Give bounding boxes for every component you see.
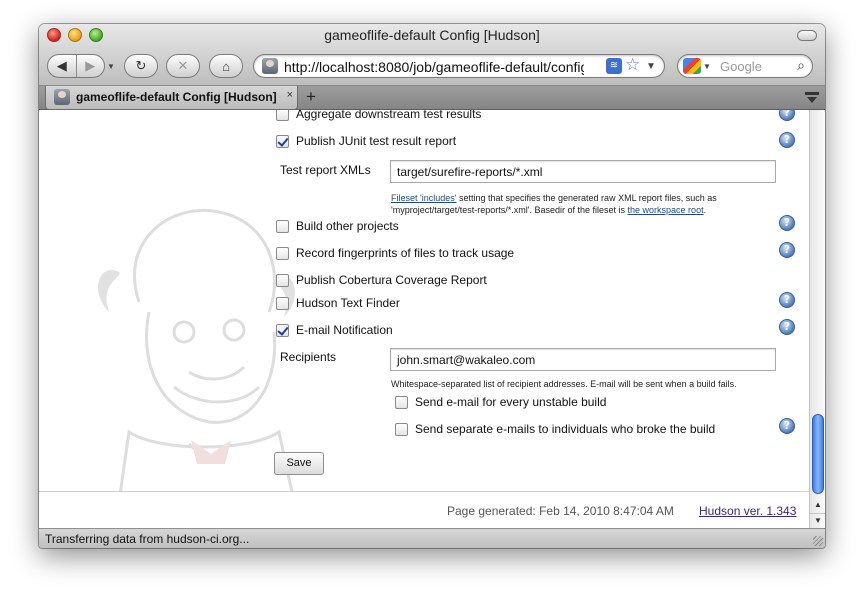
recipients-label: Recipients (280, 350, 337, 364)
tab-config[interactable]: gameoflife-default Config [Hudson] × (45, 86, 298, 110)
help-icon[interactable]: ? (779, 292, 795, 308)
individuals-checkbox[interactable] (395, 422, 408, 436)
junit-report-row[interactable]: Publish JUnit test result report (276, 132, 456, 150)
help-icon[interactable]: ? (779, 242, 795, 258)
magnifier-icon[interactable]: ⌕ (797, 57, 805, 74)
individuals-row[interactable]: Send separate e-mails to individuals who… (395, 420, 715, 438)
rss-feed-icon[interactable]: ≋ (606, 58, 622, 74)
page-generated-text: Page generated: Feb 14, 2010 8:47:04 AM (447, 504, 674, 518)
aggregate-results-row[interactable]: Aggregate downstream test results (276, 110, 481, 123)
build-other-row[interactable]: Build other projects (276, 217, 399, 235)
save-button[interactable]: Save (274, 452, 324, 475)
fingerprint-label: Record fingerprints of files to track us… (296, 246, 515, 260)
vertical-scrollbar[interactable]: ▲ ▼ (809, 110, 825, 528)
back-button[interactable]: ◀ (48, 58, 76, 74)
build-other-label: Build other projects (296, 219, 399, 233)
help-icon[interactable]: ? (779, 132, 795, 148)
reload-button[interactable]: ↻ (124, 54, 158, 78)
desc-text: setting that specifies the generated raw… (456, 193, 717, 203)
help-icon[interactable]: ? (779, 215, 795, 231)
forward-button[interactable]: ▶ (76, 58, 104, 74)
aggregate-results-checkbox[interactable] (276, 110, 289, 121)
home-button[interactable]: ⌂ (209, 54, 243, 78)
cobertura-label: Publish Cobertura Coverage Report (296, 273, 487, 287)
scroll-up-arrow-icon[interactable]: ▲ (810, 498, 825, 512)
title-bar: gameoflife-default Config [Hudson] ◀ ▶ ▼… (39, 24, 825, 86)
toolbar-toggle-button[interactable] (797, 30, 817, 41)
tab-label: gameoflife-default Config [Hudson] (76, 90, 277, 104)
individuals-label: Send separate e-mails to individuals who… (415, 422, 716, 436)
workspace-root-link[interactable]: the workspace root (628, 205, 704, 215)
search-input[interactable]: Google (720, 59, 762, 74)
browser-window: gameoflife-default Config [Hudson] ◀ ▶ ▼… (39, 24, 825, 548)
test-report-input[interactable]: target/surefire-reports/*.xml (390, 160, 776, 183)
junit-report-label: Publish JUnit test result report (296, 134, 457, 148)
scroll-down-arrow-icon[interactable]: ▼ (810, 513, 825, 527)
tab-list-menu-icon[interactable] (805, 92, 819, 104)
site-favicon-icon (262, 58, 278, 74)
search-box[interactable]: ▼ Google ⌕ (677, 54, 813, 78)
unstable-build-row[interactable]: Send e-mail for every unstable build (395, 393, 606, 411)
text-finder-checkbox[interactable] (276, 296, 289, 310)
status-bar: Transferring data from hudson-ci.org... (39, 528, 825, 548)
test-report-description: Fileset 'includes' setting that specifie… (391, 192, 717, 216)
close-tab-icon[interactable]: × (287, 89, 293, 101)
status-text: Transferring data from hudson-ci.org... (45, 532, 250, 546)
help-icon[interactable]: ? (779, 319, 795, 335)
fingerprint-checkbox[interactable] (276, 246, 289, 260)
hudson-version-link[interactable]: Hudson ver. 1.343 (699, 504, 796, 518)
unstable-build-checkbox[interactable] (395, 395, 408, 409)
aggregate-results-label: Aggregate downstream test results (296, 110, 482, 121)
test-report-label: Test report XMLs (280, 163, 371, 177)
build-other-checkbox[interactable] (276, 219, 289, 233)
text-finder-row[interactable]: Hudson Text Finder (276, 294, 400, 312)
fingerprint-row[interactable]: Record fingerprints of files to track us… (276, 244, 514, 262)
engine-dropdown-icon[interactable]: ▼ (703, 62, 711, 71)
email-notification-checkbox[interactable] (276, 323, 289, 337)
scrollbar-thumb[interactable] (812, 414, 824, 494)
email-notification-row[interactable]: E-mail Notification (276, 321, 393, 339)
history-dropdown-icon[interactable]: ▼ (107, 62, 115, 71)
cobertura-checkbox[interactable] (276, 273, 289, 287)
recipients-input[interactable]: john.smart@wakaleo.com (390, 348, 776, 371)
text-finder-label: Hudson Text Finder (296, 296, 400, 310)
stop-button[interactable]: ✕ (166, 54, 200, 78)
desc-text: . (703, 205, 707, 215)
page-content: Aggregate downstream test results ? Publ… (39, 110, 809, 528)
cobertura-row[interactable]: Publish Cobertura Coverage Report (276, 271, 487, 289)
email-notification-label: E-mail Notification (296, 323, 393, 337)
tab-bar: gameoflife-default Config [Hudson] × + (39, 86, 825, 110)
recipients-description: Whitespace-separated list of recipient a… (391, 379, 737, 389)
tab-favicon-icon (54, 89, 70, 105)
window-title: gameoflife-default Config [Hudson] (324, 27, 540, 43)
url-dropdown-icon[interactable]: ▼ (646, 61, 656, 72)
junit-report-checkbox[interactable] (276, 134, 289, 148)
desc-text: 'myproject/target/test-reports/*.xml'. B… (391, 205, 628, 215)
address-bar[interactable]: http://localhost:8080/job/gameoflife-def… (253, 54, 665, 78)
new-tab-button[interactable]: + (298, 86, 324, 110)
google-search-engine-icon[interactable] (683, 58, 701, 74)
help-icon[interactable]: ? (779, 418, 795, 434)
back-forward-group: ◀ ▶ (47, 54, 105, 78)
bookmark-star-icon[interactable]: ☆ (625, 55, 640, 75)
resize-grip-icon[interactable] (813, 536, 823, 546)
help-icon[interactable]: ? (779, 110, 795, 121)
page-footer: Page generated: Feb 14, 2010 8:47:04 AM … (39, 491, 809, 528)
fileset-includes-link[interactable]: Fileset 'includes' (391, 193, 456, 203)
unstable-build-label: Send e-mail for every unstable build (415, 395, 607, 409)
url-input[interactable]: http://localhost:8080/job/gameoflife-def… (284, 59, 584, 75)
